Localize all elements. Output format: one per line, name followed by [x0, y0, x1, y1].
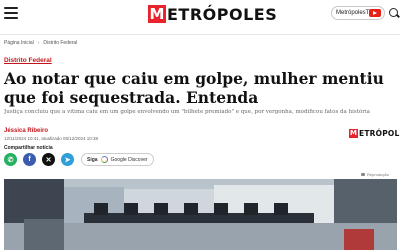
google-discover-icon [100, 156, 108, 163]
share-label: Compartilhar notícia [4, 145, 53, 151]
menu-icon[interactable] [4, 7, 18, 19]
header-divider [0, 34, 400, 35]
facebook-icon[interactable]: f [23, 153, 36, 166]
article-photo [4, 179, 397, 250]
article-subtitle: Justiça concluiu que a vítima caiu em um… [4, 109, 370, 115]
small-logo-mark: M [349, 128, 358, 138]
logo-mark: M [148, 5, 166, 23]
photo-credit: Reprodução [361, 172, 389, 177]
breadcrumb-home[interactable]: Página Inicial [4, 40, 34, 46]
article-author[interactable]: Jéssica Ribeiro [4, 128, 48, 134]
logo-text: ETRÓPOLES [167, 4, 278, 24]
article-title: Ao notar que caiu em golpe, mulher menti… [4, 69, 384, 107]
site-logo[interactable]: M ETRÓPOLES [148, 4, 277, 24]
breadcrumb: Página Inicial › Distrito Federal [4, 40, 77, 46]
google-discover-label: Google Discover [110, 156, 148, 163]
breadcrumb-separator: › [37, 40, 40, 46]
site-header: M ETRÓPOLES MetrópolesTV [0, 0, 400, 28]
search-icon[interactable] [389, 8, 398, 17]
photo-credit-label: Reprodução [367, 172, 389, 177]
whatsapp-icon[interactable]: ✆ [4, 153, 17, 166]
metropoles-tv-button[interactable]: MetrópolesTV [331, 6, 385, 20]
small-logo-text: ETRÓPOLES [359, 128, 400, 138]
telegram-icon[interactable]: ➤ [61, 153, 74, 166]
tv-label: MetrópolesTV [336, 10, 374, 16]
breadcrumb-section[interactable]: Distrito Federal [43, 40, 77, 46]
share-row: ✆ f ✕ ➤ Siga Google Discover [4, 153, 154, 166]
siga-label: Siga [87, 156, 98, 163]
x-icon[interactable]: ✕ [42, 153, 55, 166]
security-camera-image [4, 179, 397, 250]
author-site-logo: M ETRÓPOLES [349, 128, 400, 138]
camera-icon [361, 173, 365, 176]
tv-play-icon [369, 9, 381, 17]
article-dates: 12/11/2024 10:41, atualizado 05/12/2024 … [4, 136, 98, 141]
google-discover-button[interactable]: Siga Google Discover [81, 153, 154, 166]
article-category[interactable]: Distrito Federal [4, 57, 52, 64]
